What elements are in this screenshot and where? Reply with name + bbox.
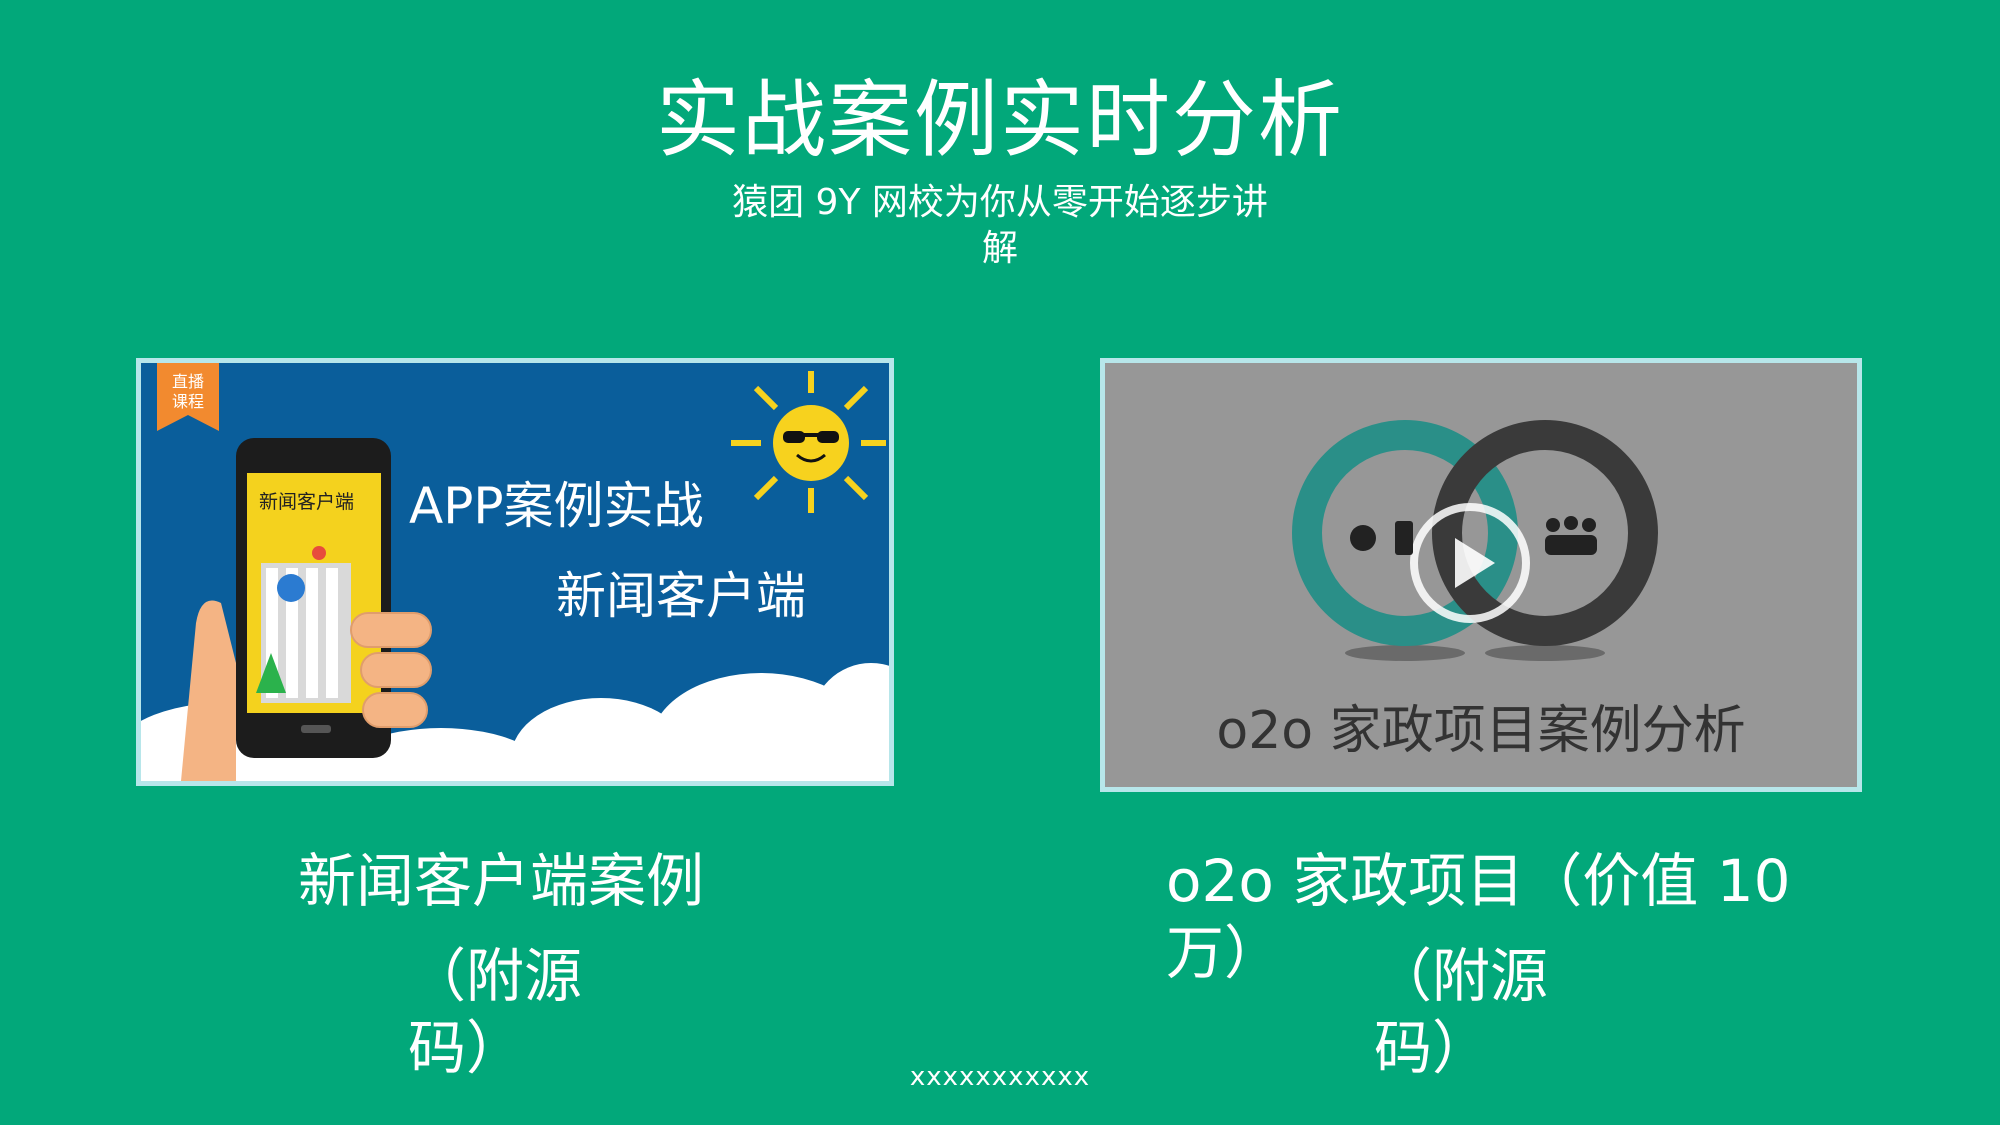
news-case-label: 新闻客户端案例 bbox=[298, 847, 705, 915]
slide-title: 实战案例实时分析 bbox=[655, 71, 1344, 169]
svg-text:直播: 直播 bbox=[172, 372, 204, 391]
people-icon bbox=[1545, 516, 1597, 555]
o2o-caption: o2o 家政项目案例分析 bbox=[1216, 701, 1745, 761]
o2o-illustration: o2o 家政项目案例分析 bbox=[1105, 363, 1857, 787]
svg-text:APP案例实战: APP案例实战 bbox=[409, 477, 704, 535]
svg-text:课程: 课程 bbox=[172, 392, 204, 411]
globe-icon bbox=[1350, 525, 1376, 551]
news-app-thumbnail[interactable]: 直播 课程 新闻客户端 APP案例实战 新闻客户端 bbox=[136, 358, 894, 786]
slide-subtitle: 猿团 9Y 网校为你从零开始逐步讲解 bbox=[732, 182, 1268, 269]
mobile-icon bbox=[1395, 521, 1413, 555]
footer-text: xxxxxxxxxxx bbox=[909, 1062, 1091, 1092]
svg-text:新闻客户端: 新闻客户端 bbox=[556, 567, 806, 625]
news-app-illustration: 直播 课程 新闻客户端 APP案例实战 新闻客户端 bbox=[141, 363, 889, 781]
svg-text:新闻客户端: 新闻客户端 bbox=[259, 491, 354, 513]
o2o-project-thumbnail[interactable]: o2o 家政项目案例分析 bbox=[1100, 358, 1862, 792]
